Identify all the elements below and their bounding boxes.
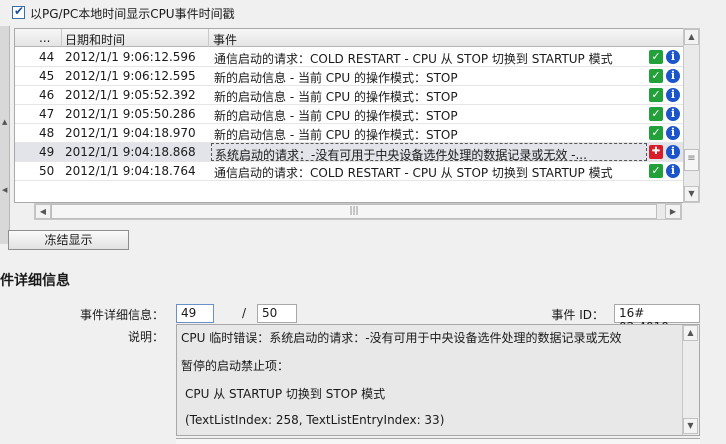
table-horizontal-scrollbar[interactable]: ◀ ||| ▶	[34, 203, 682, 220]
row-number: 50	[39, 164, 55, 178]
local-time-checkbox-label[interactable]: 以PG/PC本地时间显示CPU事件时间戳	[30, 5, 235, 22]
horizontal-scroll-thumb[interactable]: |||	[51, 204, 657, 219]
field-separator: /	[242, 306, 247, 320]
description-scrollbar[interactable]: ▲ ▼	[682, 325, 699, 435]
scroll-up-icon[interactable]: ▲	[683, 325, 698, 341]
check-mark-icon: ✔	[14, 4, 25, 18]
table-header: ... 日期和时间 事件	[15, 29, 683, 47]
description-line: CPU 从 STARTUP 切换到 STOP 模式	[185, 387, 386, 401]
row-datetime: 2012/1/1 9:06:12.595	[65, 69, 196, 83]
row-event: 通信启动的请求：COLD RESTART - CPU 从 STOP 切换到 ST…	[214, 52, 613, 66]
row-datetime: 2012/1/1 9:05:50.286	[65, 107, 196, 121]
left-splitter[interactable]: ▲ ◀	[0, 26, 10, 244]
row-number: 46	[39, 88, 55, 102]
table-row[interactable]: 45 2012/1/1 9:06:12.595 新的启动信息 - 当前 CPU 的操…	[15, 67, 683, 86]
table-row[interactable]: 44 2012/1/1 9:06:12.596 通信启动的请求：COLD RESTA…	[15, 48, 683, 67]
info-icon[interactable]: i	[666, 88, 680, 102]
row-datetime: 2012/1/1 9:04:18.764	[65, 164, 196, 178]
scroll-down-icon[interactable]: ▼	[684, 186, 699, 202]
checkmark-icon[interactable]: ✓	[649, 126, 663, 140]
row-number: 48	[39, 126, 55, 140]
table-row[interactable]: 49 2012/1/1 9:04:18.868 系统启动的请求：-没有可用于中央设备…	[15, 143, 683, 162]
column-header-event[interactable]: 事件	[213, 31, 237, 48]
row-event: 通信启动的请求：COLD RESTART - CPU 从 STOP 切换到 ST…	[214, 166, 613, 180]
info-icon[interactable]: i	[666, 126, 680, 140]
checkmark-icon[interactable]: ✓	[649, 107, 663, 121]
local-time-checkbox[interactable]: ✔	[12, 4, 25, 19]
scroll-down-icon[interactable]: ▼	[683, 418, 698, 434]
arrow-up-icon[interactable]: ▲	[2, 118, 7, 126]
description-line: CPU 临时错误：系统启动的请求：-没有可用于中央设备选件处理的数据记录或无效	[181, 331, 622, 345]
table-row[interactable]: 46 2012/1/1 9:05:52.392 新的启动信息 - 当前 CPU 的操…	[15, 86, 683, 105]
row-number: 47	[39, 107, 55, 121]
table-vertical-scrollbar[interactable]: ▲ ≡ ▼	[683, 28, 700, 203]
top-bar: ✔ 以PG/PC本地时间显示CPU事件时间戳	[0, 0, 726, 26]
info-icon[interactable]: i	[666, 164, 680, 178]
table-row[interactable]: 48 2012/1/1 9:04:18.970 新的启动信息 - 当前 CPU 的操…	[15, 124, 683, 143]
scroll-up-icon[interactable]: ▲	[684, 29, 699, 45]
row-number: 44	[39, 50, 55, 64]
checkmark-icon[interactable]: ✓	[649, 50, 663, 64]
info-icon[interactable]: i	[666, 145, 680, 159]
row-datetime: 2012/1/1 9:05:52.392	[65, 88, 196, 102]
current-event-field[interactable]: 49	[176, 304, 214, 323]
description-textbox[interactable]: CPU 临时错误：系统启动的请求：-没有可用于中央设备选件处理的数据记录或无效 …	[176, 324, 700, 436]
wrench-error-icon[interactable]: ✚	[649, 145, 663, 159]
row-event: 新的启动信息 - 当前 CPU 的操作模式：STOP	[214, 71, 458, 85]
scroll-right-icon[interactable]: ▶	[665, 204, 681, 219]
info-icon[interactable]: i	[666, 50, 680, 64]
row-datetime: 2012/1/1 9:04:18.970	[65, 126, 196, 140]
row-event: 新的启动信息 - 当前 CPU 的操作模式：STOP	[214, 90, 458, 104]
column-header-datetime[interactable]: 日期和时间	[65, 31, 125, 48]
row-number: 49	[39, 145, 55, 159]
checkmark-icon[interactable]: ✓	[649, 88, 663, 102]
row-number: 45	[39, 69, 55, 83]
event-details-heading: 件详细信息	[0, 273, 70, 289]
row-event: 新的启动信息 - 当前 CPU 的操作模式：STOP	[214, 109, 458, 123]
next-field-edge	[176, 438, 700, 444]
total-events-field: 50	[257, 304, 297, 323]
column-header-number[interactable]: ...	[39, 31, 50, 45]
info-icon[interactable]: i	[666, 69, 680, 83]
vertical-scroll-thumb[interactable]: ≡	[684, 149, 699, 171]
row-event: 新的启动信息 - 当前 CPU 的操作模式：STOP	[214, 128, 458, 142]
freeze-display-button[interactable]: 冻结显示	[8, 230, 129, 250]
arrow-left-icon[interactable]: ◀	[2, 186, 7, 194]
checkmark-icon[interactable]: ✓	[649, 69, 663, 83]
event-id-field: 16# 02:4010	[614, 304, 700, 334]
scroll-left-icon[interactable]: ◀	[35, 204, 51, 219]
checkmark-icon[interactable]: ✓	[649, 164, 663, 178]
description-line: 暂停的启动禁止项：	[181, 359, 290, 373]
info-icon[interactable]: i	[666, 107, 680, 121]
event-id-label: 事件 ID：	[551, 308, 604, 322]
event-table: ... 日期和时间 事件 44 2012/1/1 9:06:12.596 通信启动的…	[14, 28, 684, 203]
table-row[interactable]: 50 2012/1/1 9:04:18.764 通信启动的请求：COLD RESTA…	[15, 162, 683, 181]
event-detail-label: 事件详细信息：	[79, 308, 164, 322]
row-datetime: 2012/1/1 9:06:12.596	[65, 50, 196, 64]
description-label: 说明：	[127, 330, 164, 344]
row-datetime: 2012/1/1 9:04:18.868	[65, 145, 196, 159]
table-row[interactable]: 47 2012/1/1 9:05:50.286 新的启动信息 - 当前 CPU 的操…	[15, 105, 683, 124]
description-line: (TextListIndex: 258, TextListEntryIndex:…	[185, 413, 445, 427]
row-event: 系统启动的请求：-没有可用于中央设备选件处理的数据记录或无效 -...	[215, 148, 587, 162]
